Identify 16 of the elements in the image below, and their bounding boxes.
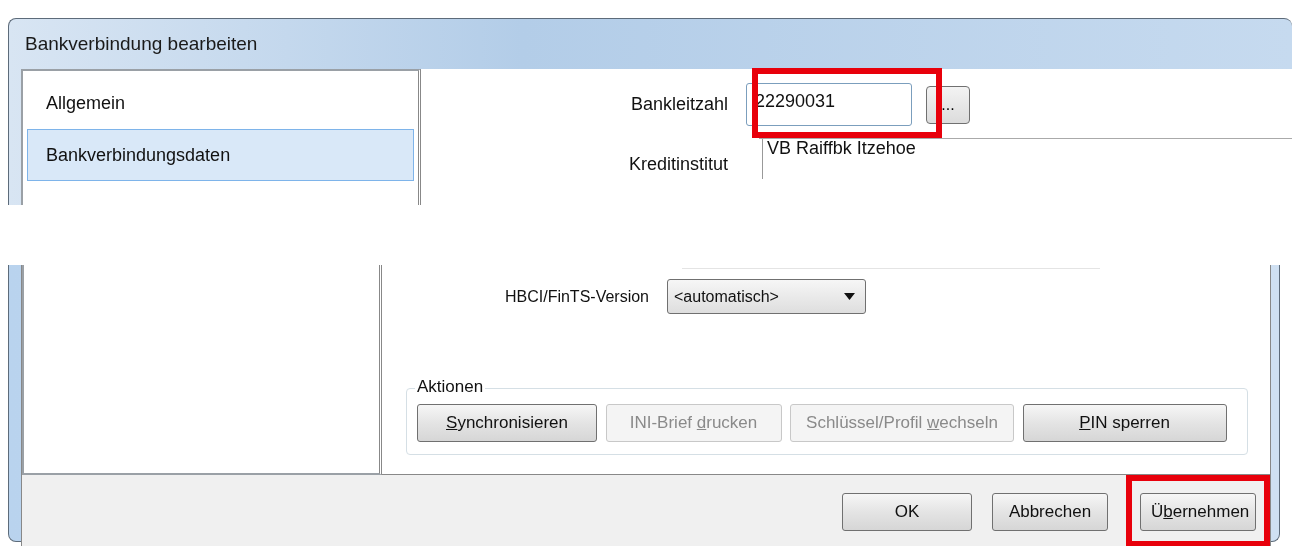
field-label: HBCI/FinTS-Version <box>503 286 650 307</box>
dialog-button[interactable]: Abbrechen <box>992 493 1108 531</box>
action-button[interactable]: Synchronisieren <box>417 403 597 442</box>
dropdown-value: <automatisch> <box>674 286 779 307</box>
action-button[interactable]: PIN sperren <box>1022 403 1227 442</box>
dialog-button[interactable]: OK <box>842 493 972 531</box>
dialog-button[interactable]: Übernehmen <box>1140 493 1256 531</box>
sidebar-item[interactable]: Allgemein <box>27 77 414 129</box>
version-dropdown[interactable]: <automatisch> <box>667 279 866 314</box>
input-field[interactable]: 22290031 <box>746 83 912 126</box>
field-value: VB Raiffbk Itzehoe <box>762 139 920 179</box>
field-label: Bankleitzahl <box>629 93 729 116</box>
sidebar-item[interactable]: Bankverbindungsdaten <box>27 129 414 181</box>
window-title: Bankverbindung bearbeiten <box>24 31 259 56</box>
dropdown-arrow-icon <box>844 293 855 300</box>
field-label: Kreditinstitut <box>627 153 729 176</box>
